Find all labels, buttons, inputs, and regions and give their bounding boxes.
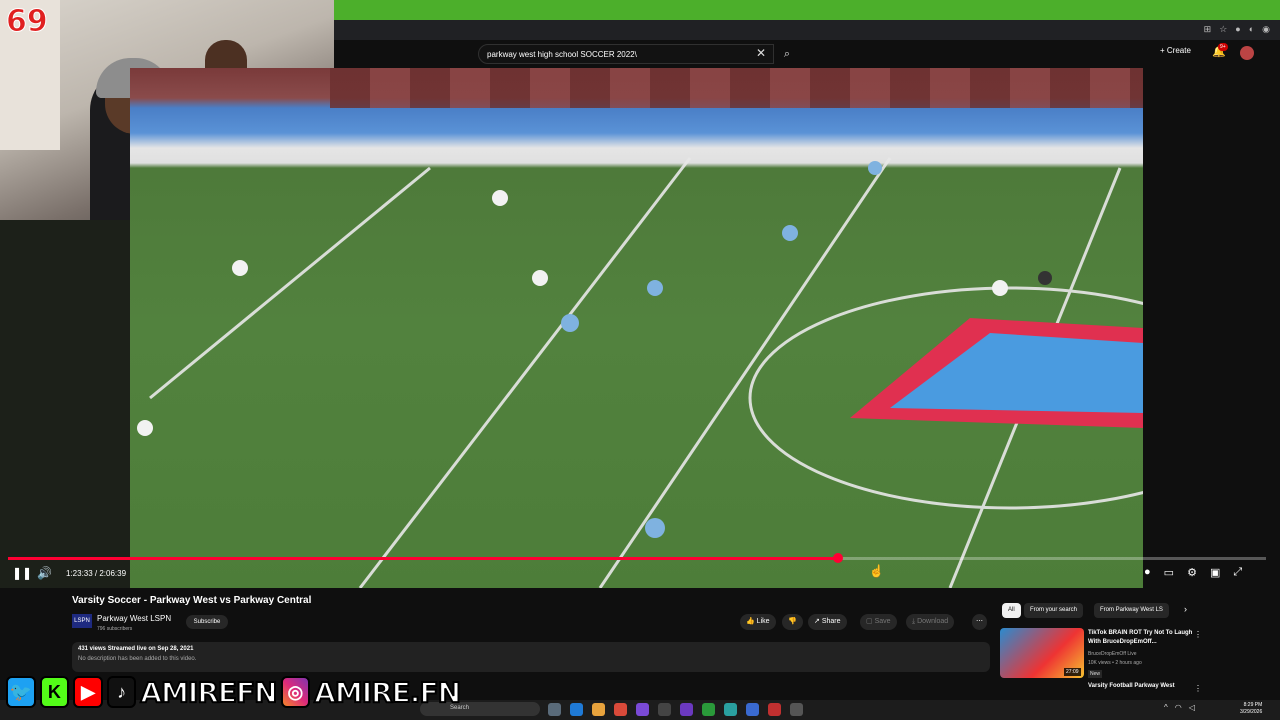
clear-search-icon[interactable]: ✕ xyxy=(756,46,766,60)
like-label: Like xyxy=(756,618,770,625)
clock-date: 3/29/2026 xyxy=(1240,709,1263,715)
search-input[interactable]: parkway west high school SOCCER 2022\ xyxy=(478,44,774,64)
bookmark-icon: ▢ xyxy=(866,618,873,625)
bookmark-star-icon[interactable]: ☆ xyxy=(1219,24,1227,35)
scrubber-handle[interactable] xyxy=(833,553,843,563)
thumbs-up-icon: 👍 xyxy=(746,618,755,625)
video-title: Varsity Soccer - Parkway West vs Parkway… xyxy=(72,595,312,606)
app-icon[interactable] xyxy=(636,703,649,716)
twitter-icon: 🐦 xyxy=(6,676,36,708)
taskbar-clock[interactable]: 8:29 PM 3/29/2026 xyxy=(1240,702,1262,716)
description-text: No description has been added to this vi… xyxy=(78,656,197,662)
subtitles-icon[interactable]: ▭ xyxy=(1164,566,1174,579)
xbox-icon[interactable] xyxy=(702,703,715,716)
channel-avatar[interactable]: LSPN xyxy=(72,614,92,628)
tiktok-icon: ♪ xyxy=(106,676,137,708)
extension-icon[interactable]: ⊞ xyxy=(1204,24,1212,35)
extension-icon[interactable]: ◐ xyxy=(1249,24,1254,35)
social-handle: AMIRE.FN xyxy=(313,675,462,710)
new-badge: New xyxy=(1088,670,1103,678)
recommendation-title[interactable]: TikTok BRAIN ROT Try Not To Laugh With B… xyxy=(1088,629,1193,647)
edge-icon[interactable] xyxy=(570,703,583,716)
share-icon: ↗ xyxy=(814,618,820,625)
chip-from-channel[interactable]: From Parkway West LS xyxy=(1094,603,1169,618)
download-icon: ⤓ xyxy=(912,618,916,625)
recommendation-meta: 10K views • 2 hours ago xyxy=(1088,660,1142,666)
instagram-icon: ◎ xyxy=(280,676,311,708)
extension-icon[interactable]: ● xyxy=(1235,24,1240,35)
youtube-icon: ▶ xyxy=(73,676,103,708)
view-count-date: 431 views Streamed live on Sep 28, 2021 xyxy=(78,646,194,652)
social-handle: AMIREFN xyxy=(139,675,278,710)
time-display: 1:23:33 / 2:06:39 xyxy=(66,569,127,578)
thumbs-down-icon: 👎 xyxy=(788,618,797,625)
hand-cursor-icon: ☝ xyxy=(869,564,884,578)
save-button[interactable]: ▢ Save xyxy=(860,614,897,630)
avatar[interactable] xyxy=(1240,46,1254,60)
app-icon[interactable] xyxy=(614,703,627,716)
share-button[interactable]: ↗ Share xyxy=(808,614,847,630)
duration-badge: 27:09 xyxy=(1064,668,1081,676)
subscribe-button[interactable]: Subscribe xyxy=(186,615,228,629)
chip-from-search[interactable]: From your search xyxy=(1024,603,1084,618)
social-overlay: 🐦 K ▶ ♪ AMIREFN ◎ AMIRE.FN xyxy=(0,674,462,710)
kick-icon: K xyxy=(39,676,70,708)
wifi-icon[interactable]: ◠ xyxy=(1175,703,1182,712)
chip-all[interactable]: All xyxy=(1002,603,1021,618)
clock-time: 8:29 PM xyxy=(1243,702,1263,708)
create-label: Create xyxy=(1166,46,1191,55)
app-icon[interactable] xyxy=(724,703,737,716)
video-player[interactable] xyxy=(130,68,1143,588)
download-button[interactable]: ⤓ Download xyxy=(906,614,955,630)
chevron-right-icon[interactable]: › xyxy=(1184,604,1187,614)
right-panel xyxy=(1143,68,1280,588)
download-label: Download xyxy=(917,618,949,625)
kebab-menu-icon[interactable]: ⋮ xyxy=(1194,630,1202,639)
browser-toolbar: ⊞ ☆ ● ◐ ◉ xyxy=(334,20,1280,40)
app-icon[interactable] xyxy=(658,703,671,716)
chrome-icon[interactable] xyxy=(592,703,605,716)
settings-gear-icon[interactable]: ⚙ xyxy=(1187,566,1197,579)
create-button[interactable]: + Create xyxy=(1160,46,1191,55)
settings-icon[interactable] xyxy=(790,703,803,716)
miniplayer-icon[interactable]: ▣ xyxy=(1210,566,1220,579)
save-label: Save xyxy=(874,618,891,625)
volume-icon[interactable]: 🔊 xyxy=(37,566,52,580)
left-panel xyxy=(0,220,130,588)
youtube-header xyxy=(334,40,1280,68)
kebab-menu-icon[interactable]: ⋮ xyxy=(1194,684,1202,693)
notification-badge: 9+ xyxy=(1218,43,1228,51)
browser-title-bar xyxy=(334,0,1280,20)
progress-fill xyxy=(8,557,838,560)
speaker-icon[interactable]: ◁ xyxy=(1189,703,1195,712)
like-button[interactable]: 👍 Like xyxy=(740,614,776,630)
channel-name[interactable]: Parkway West LSPN xyxy=(97,614,171,623)
subscriber-count: 796 subscribers xyxy=(97,626,133,632)
fullscreen-icon[interactable]: ⤢ xyxy=(1233,566,1242,579)
search-button[interactable]: ⌕ xyxy=(776,44,798,64)
tray-chevron-icon[interactable]: ^ xyxy=(1164,703,1168,712)
description-box[interactable] xyxy=(72,642,990,672)
profile-icon[interactable]: ◉ xyxy=(1262,24,1270,35)
recommendation-title[interactable]: Varsity Football Parkway West xyxy=(1088,683,1175,689)
app-icon[interactable] xyxy=(768,703,781,716)
task-view-icon[interactable] xyxy=(548,703,561,716)
recommendation-channel[interactable]: BruceDropEmOff Live xyxy=(1088,651,1137,657)
stream-counter: 69 xyxy=(6,4,49,40)
dislike-button[interactable]: 👎 xyxy=(782,614,803,630)
pause-icon[interactable]: ❚❚ xyxy=(12,566,32,580)
share-label: Share xyxy=(821,618,841,625)
autoplay-toggle-icon[interactable]: ● xyxy=(1144,566,1151,579)
app-icon[interactable] xyxy=(746,703,759,716)
search-icon: ⌕ xyxy=(783,48,791,60)
app-icon[interactable] xyxy=(680,703,693,716)
more-actions-icon[interactable]: ⋯ xyxy=(972,614,987,630)
